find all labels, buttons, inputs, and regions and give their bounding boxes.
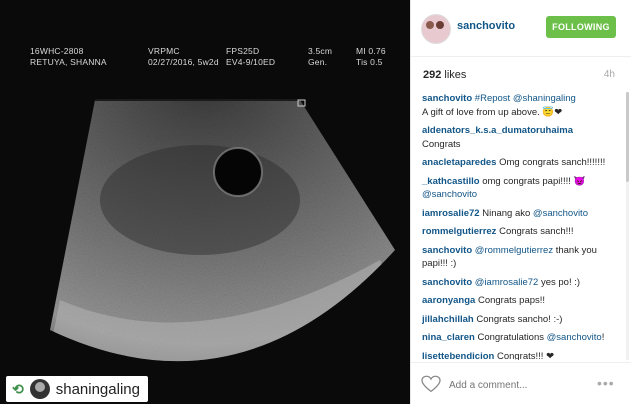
comment-item: _kathcastillo omg congrats papi!!!! 😈 @s…: [422, 175, 586, 201]
more-options-icon[interactable]: •••: [597, 375, 615, 391]
likes-number: 292: [423, 69, 442, 81]
comment-mention[interactable]: @sanchovito: [422, 189, 477, 200]
post-header: sanchovito FOLLOWING: [411, 0, 631, 57]
comment-user[interactable]: jillahchillah: [422, 314, 474, 325]
depth-text: 3.5cm Gen.: [308, 46, 333, 67]
comment-footer: •••: [411, 362, 631, 405]
post-sidebar: sanchovito FOLLOWING 292 likes 4h sancho…: [410, 0, 631, 404]
repost-badge: ⟲ shaningaling: [6, 376, 148, 402]
comment-mention[interactable]: @iamrosalie72: [475, 277, 539, 288]
comment-user[interactable]: sanchovito: [422, 277, 472, 288]
comments-scroll-thumb[interactable]: [626, 92, 629, 182]
comment-user[interactable]: lisettebendicion: [422, 351, 494, 361]
instagram-post-view: 16WHC-2808 RETUYA, SHANNA VRPMC 02/27/20…: [0, 0, 631, 404]
comment-item: iamrosalie72 Ninang ako @sanchovito: [422, 207, 588, 219]
heart-icon[interactable]: [421, 375, 441, 393]
likes-label: likes: [441, 69, 467, 81]
comment-user[interactable]: sanchovito: [422, 245, 472, 256]
comment-user[interactable]: rommelgutierrez: [422, 226, 496, 237]
comment-user[interactable]: sanchovito: [422, 93, 472, 104]
comment-user[interactable]: aaronyanga: [422, 295, 475, 306]
index-text: MI 0.76 Tis 0.5: [356, 46, 386, 67]
comment-user[interactable]: nina_claren: [422, 332, 475, 343]
comment-item: sanchovito @rommelgutierrez thank you pa…: [422, 244, 597, 270]
following-button[interactable]: FOLLOWING: [546, 16, 616, 38]
post-username[interactable]: sanchovito: [457, 20, 515, 32]
comment-item: jillahchillah Congrats sancho! :-): [422, 313, 563, 325]
comment-mention[interactable]: @rommelgutierrez: [475, 245, 553, 256]
probe-settings-text: FPS25D EV4-9/10ED: [226, 46, 276, 67]
comment-user[interactable]: aldenators_k.s.a_dumatoruhaima: [422, 125, 573, 136]
comment-mention[interactable]: #Repost @shaningaling: [475, 93, 576, 104]
comment-user[interactable]: _kathcastillo: [422, 176, 480, 187]
comment-item: rommelgutierrez Congrats sanch!!!: [422, 226, 574, 237]
comment-item: lisettebendicion Congrats!!! ❤: [422, 350, 555, 361]
repost-icon: ⟲: [12, 380, 24, 397]
comment-user[interactable]: iamrosalie72: [422, 208, 480, 219]
comment-mention[interactable]: @sanchovito: [547, 332, 602, 343]
clinic-date-text: VRPMC 02/27/2016, 5w2d: [148, 46, 219, 67]
patient-info-text: 16WHC-2808 RETUYA, SHANNA: [30, 46, 107, 67]
post-photo[interactable]: 16WHC-2808 RETUYA, SHANNA VRPMC 02/27/20…: [0, 0, 410, 404]
repost-username: shaningaling: [55, 380, 140, 398]
comments-list[interactable]: sanchovito #Repost @shaningaling A gift …: [411, 92, 623, 360]
user-avatar[interactable]: [421, 14, 451, 44]
repost-avatar: [29, 379, 50, 399]
comment-user[interactable]: anacletaparedes: [422, 157, 496, 168]
add-comment-input[interactable]: [447, 374, 591, 396]
post-time[interactable]: 4h: [604, 69, 615, 80]
likes-count[interactable]: 292 likes: [423, 69, 466, 81]
comment-item: sanchovito @iamrosalie72 yes po! :): [422, 276, 581, 288]
comment-item: anacletaparedes Omg congrats sanch!!!!!!…: [422, 157, 606, 168]
comment-item: sanchovito #Repost @shaningaling A gift …: [422, 93, 576, 118]
comment-item: aaronyanga Congrats paps!!: [422, 295, 546, 306]
comment-item: nina_claren Congratulations @sanchovito!: [422, 332, 605, 343]
comment-mention[interactable]: @sanchovito: [533, 208, 588, 219]
comment-item: aldenators_k.s.a_dumatoruhaima Congrats: [422, 125, 573, 150]
